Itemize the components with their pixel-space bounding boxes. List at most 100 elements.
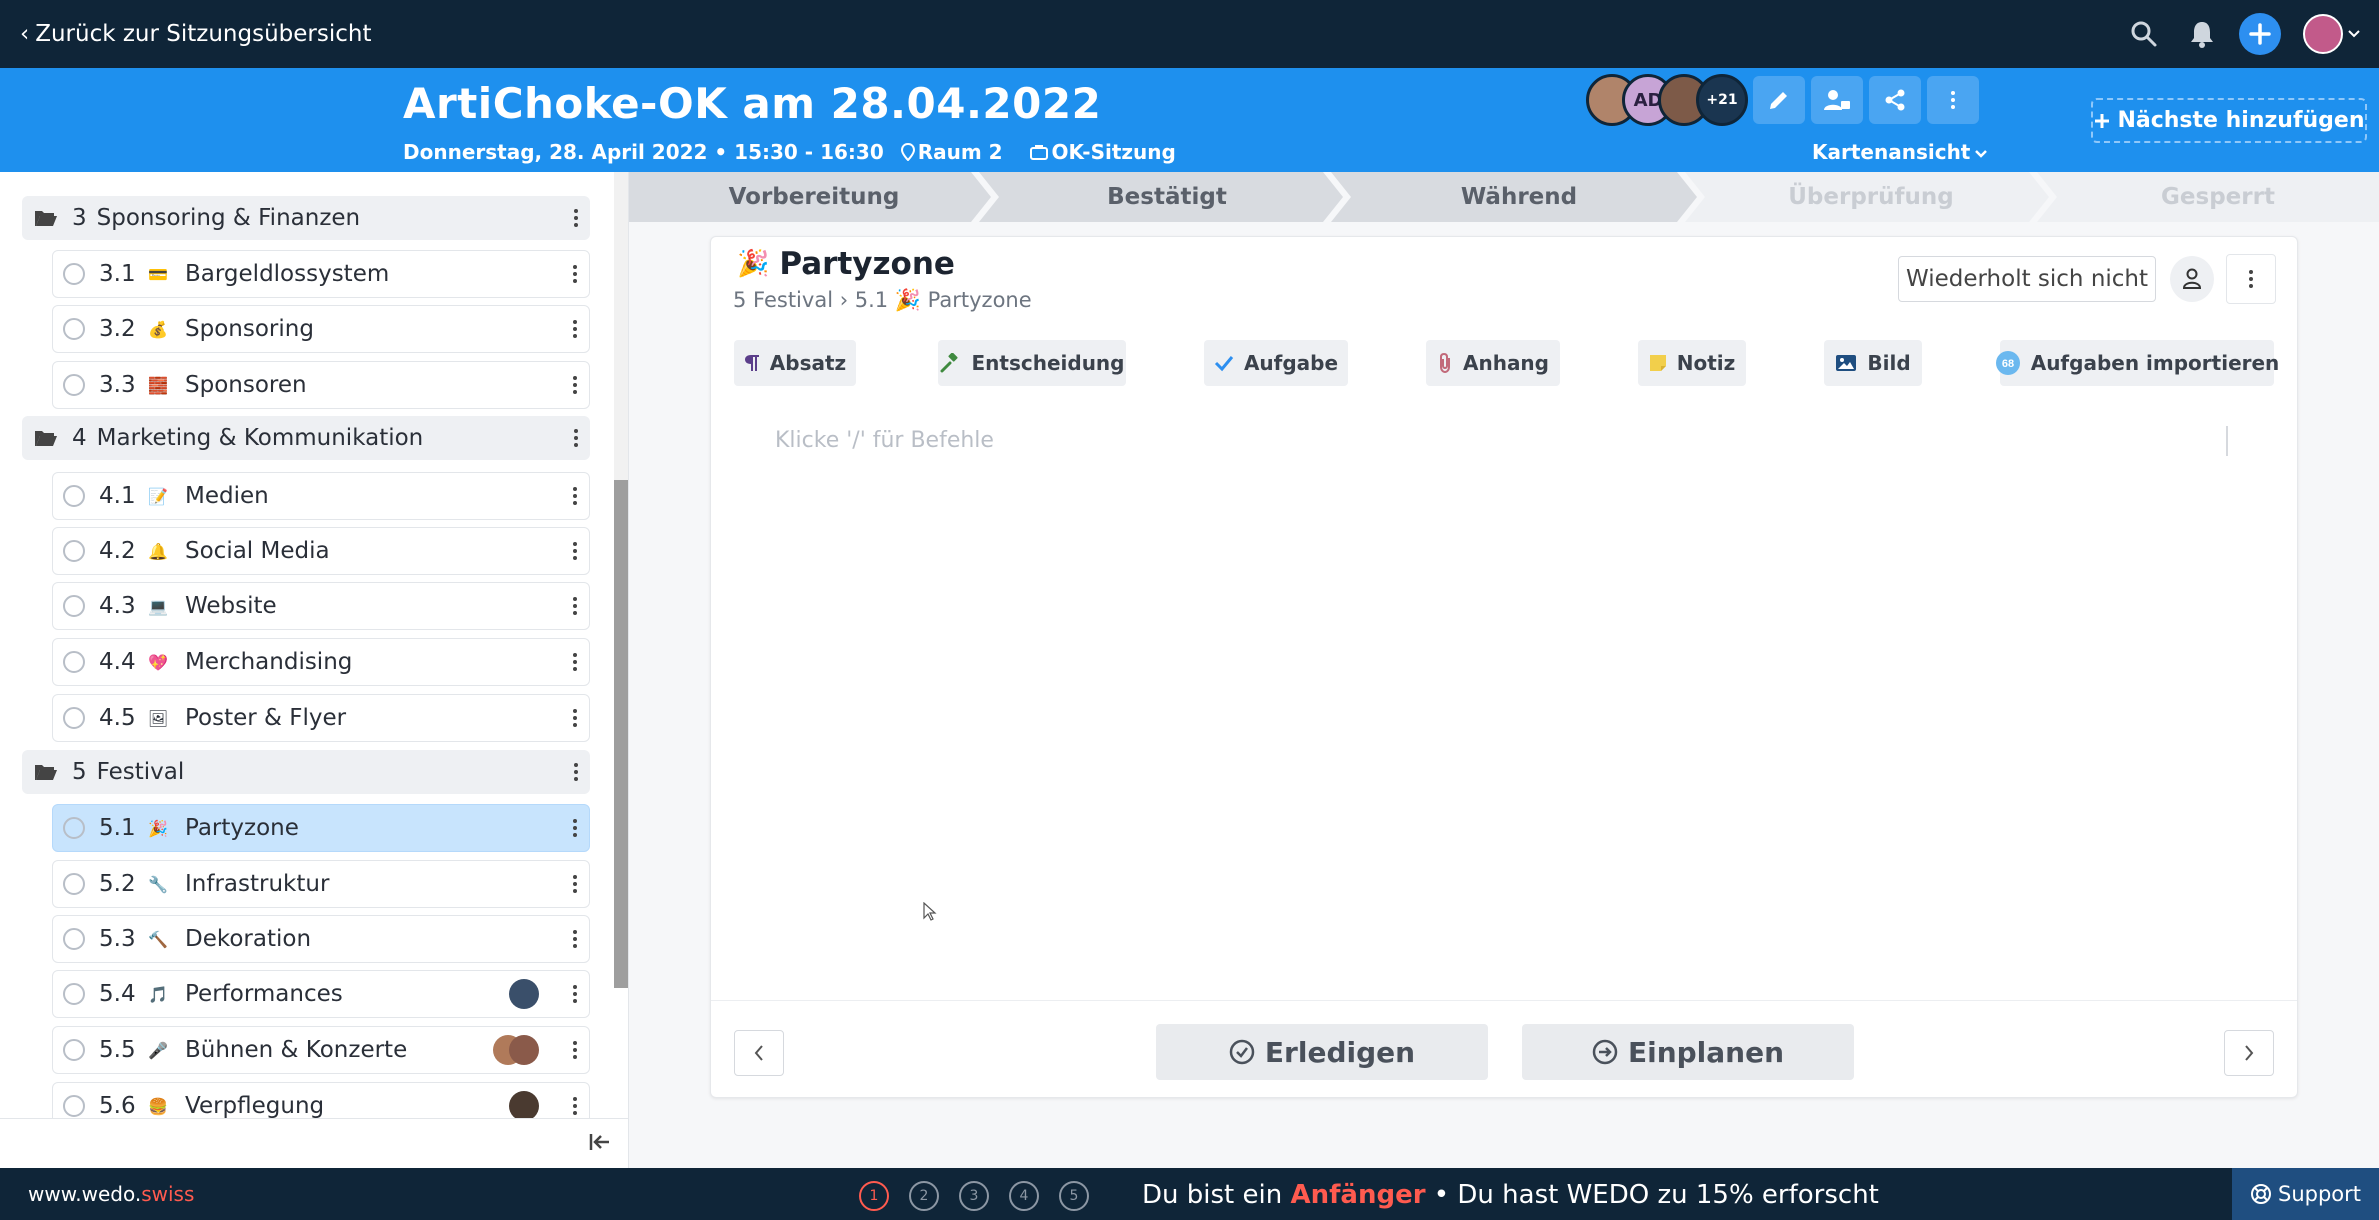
edit-meeting-button[interactable] [1753,76,1805,124]
schedule-button[interactable]: Einplanen [1522,1024,1854,1080]
agenda-item-selected[interactable]: 5.1 🎉 Partyzone [52,804,590,852]
step-preparation[interactable]: Vorbereitung [629,172,999,222]
item-checkbox[interactable] [63,1039,85,1061]
paragraph-button[interactable]: Absatz [734,340,856,386]
item-more-icon[interactable] [573,985,577,1003]
item-checkbox[interactable] [63,263,85,285]
item-more-icon[interactable] [573,1041,577,1059]
more-participants-badge[interactable]: +21 [1696,74,1748,126]
item-checkbox[interactable] [63,485,85,507]
step-confirmed[interactable]: Bestätigt [999,172,1335,222]
meeting-details: Donnerstag, 28. April 2022 • 15:30 - 16:… [403,138,1196,166]
assignee-avatar[interactable] [509,979,539,1009]
onboarding-step[interactable]: 3 [959,1181,989,1211]
agenda-item[interactable]: 3.2 💰 Sponsoring [52,305,590,353]
agenda-item[interactable]: 5.3 🔨 Dekoration [52,915,590,963]
meeting-type[interactable]: OK-Sitzung [1029,140,1186,164]
task-button[interactable]: Aufgabe [1204,340,1348,386]
agenda-section[interactable]: 3 Sponsoring & Finanzen [22,196,590,240]
user-menu[interactable] [2302,12,2362,56]
item-more-icon[interactable] [573,930,577,948]
item-more-icon[interactable] [573,819,577,837]
item-checkbox[interactable] [63,873,85,895]
note-button[interactable]: Notiz [1638,340,1746,386]
item-checkbox[interactable] [63,983,85,1005]
previous-topic-button[interactable] [734,1030,784,1076]
item-checkbox[interactable] [63,651,85,673]
item-more-icon[interactable] [573,542,577,560]
item-more-icon[interactable] [573,265,577,283]
participants-button[interactable] [1811,76,1863,124]
agenda-item[interactable]: 4.5 🖼 Poster & Flyer [52,694,590,742]
item-more-icon[interactable] [573,1097,577,1115]
agenda-section[interactable]: 4 Marketing & Kommunikation [22,416,590,460]
agenda-item[interactable]: 3.1 💳 Bargeldlossystem [52,250,590,298]
item-checkbox[interactable] [63,1095,85,1117]
import-tasks-button[interactable]: 68 Aufgaben importieren [1995,340,2279,386]
create-new-button[interactable] [2238,12,2282,56]
agenda-section[interactable]: 5 Festival [22,750,590,794]
sidebar-scrollbar-thumb[interactable] [614,480,628,988]
assignee-avatar[interactable] [509,1035,539,1065]
attachment-button[interactable]: Anhang [1426,340,1560,386]
complete-button[interactable]: Erledigen [1156,1024,1488,1080]
item-more-icon[interactable] [573,487,577,505]
step-during[interactable]: Während [1351,172,1687,222]
onboarding-step[interactable]: 5 [1059,1181,1089,1211]
agenda-item[interactable]: 4.4 💖 Merchandising [52,638,590,686]
item-checkbox[interactable] [63,817,85,839]
item-more-icon[interactable] [573,320,577,338]
card-more-button[interactable] [2226,254,2276,304]
share-button[interactable] [1869,76,1921,124]
step-locked[interactable]: Gesperrt [2057,172,2379,222]
search-button[interactable] [2122,12,2166,56]
agenda-item[interactable]: 5.2 🔧 Infrastruktur [52,860,590,908]
item-more-icon[interactable] [573,597,577,615]
agenda-item[interactable]: 5.5 🎤 Bühnen & Konzerte [52,1026,590,1074]
item-more-icon[interactable] [573,653,577,671]
brand-link[interactable]: www.wedo.swiss [28,1180,194,1208]
item-checkbox[interactable] [63,540,85,562]
notifications-button[interactable] [2180,12,2224,56]
section-more-icon[interactable] [574,763,578,781]
item-checkbox[interactable] [63,928,85,950]
assign-user-button[interactable] [2170,256,2214,302]
onboarding-step[interactable]: 2 [909,1181,939,1211]
agenda-item[interactable]: 4.2 🔔 Social Media [52,527,590,575]
back-to-meetings-link[interactable]: ‹ Zurück zur Sitzungsübersicht [20,18,371,50]
item-checkbox[interactable] [63,318,85,340]
image-button[interactable]: Bild [1824,340,1922,386]
add-next-button[interactable]: Nächste hinzufügen [2091,98,2367,143]
item-checkbox[interactable] [63,595,85,617]
editor-placeholder[interactable]: Klicke '/' für Befehle [775,426,994,456]
share-icon [1885,89,1905,111]
decision-button[interactable]: Entscheidung [938,340,1126,386]
onboarding-step[interactable]: 1 [859,1181,889,1211]
meeting-room[interactable]: Raum 2 [900,140,1013,164]
next-topic-button[interactable] [2224,1030,2274,1076]
onboarding-progress-text[interactable]: Du bist ein Anfänger • Du hast WEDO zu 1… [1142,1178,1879,1212]
section-more-icon[interactable] [574,209,578,227]
item-label: Dekoration [185,926,312,952]
onboarding-step[interactable]: 4 [1009,1181,1039,1211]
collapse-sidebar-button[interactable] [584,1126,616,1158]
topic-title-text[interactable]: Partyzone [779,242,955,286]
meeting-more-button[interactable] [1927,76,1979,124]
breadcrumb[interactable]: 5 Festival › 5.1 🎉 Partyzone [733,286,1032,314]
agenda-item[interactable]: 5.4 🎵 Performances [52,970,590,1018]
view-selector[interactable]: Kartenansicht [1812,138,1988,166]
item-checkbox[interactable] [63,374,85,396]
recurrence-button[interactable]: Wiederholt sich nicht [1898,256,2156,302]
item-more-icon[interactable] [573,376,577,394]
item-more-icon[interactable] [573,875,577,893]
support-button[interactable]: Support [2232,1168,2379,1220]
agenda-item[interactable]: 4.1 📝 Medien [52,472,590,520]
section-more-icon[interactable] [574,429,578,447]
step-review[interactable]: Überprüfung [1703,172,2039,222]
item-more-icon[interactable] [573,709,577,727]
item-label: Verpflegung [185,1093,325,1119]
agenda-item[interactable]: 3.3 🧱 Sponsoren [52,361,590,409]
agenda-item[interactable]: 4.3 💻 Website [52,582,590,630]
assignee-avatar[interactable] [509,1091,539,1121]
item-checkbox[interactable] [63,707,85,729]
